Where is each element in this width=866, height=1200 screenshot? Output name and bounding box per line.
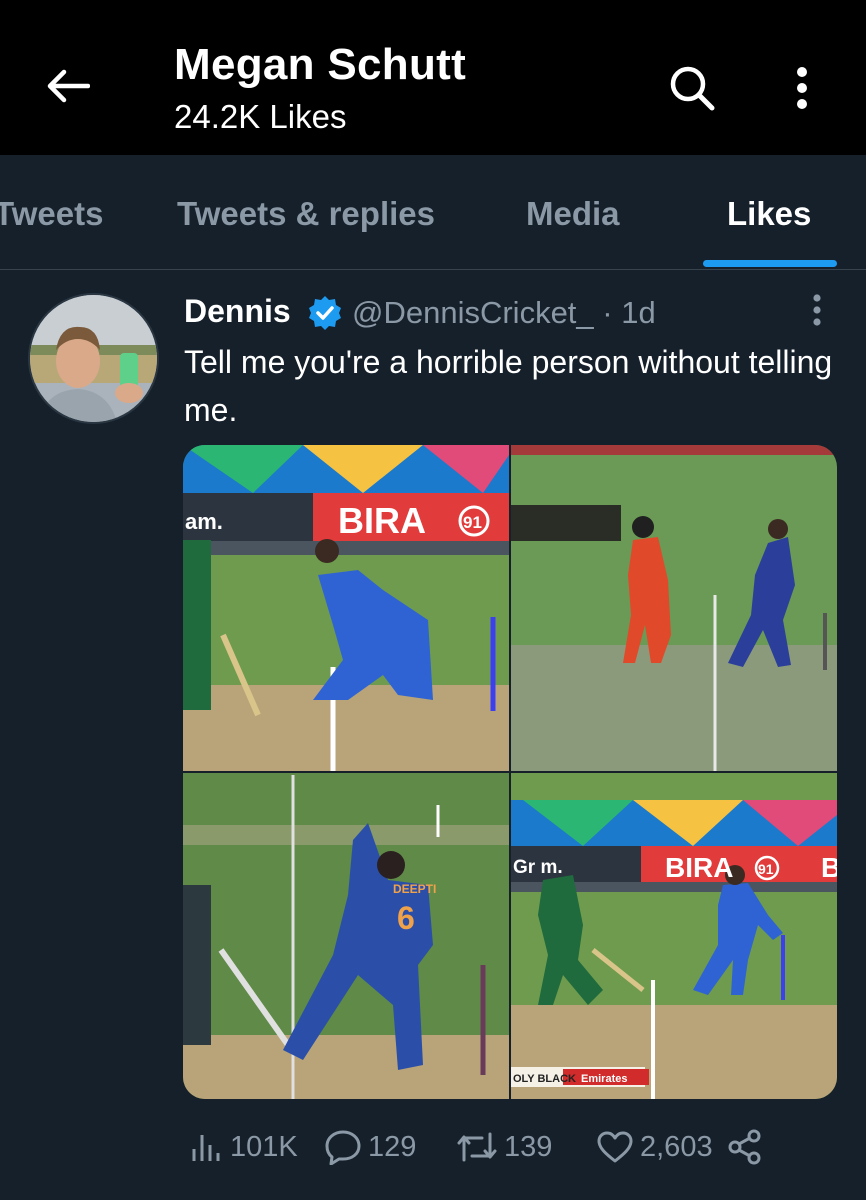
profile-name-title: Megan Schutt <box>174 40 467 89</box>
tweet-media-grid[interactable]: am. BIRA 91 DEEPTI 6 Gr m. BIRA 91 B OLY… <box>183 445 837 1099</box>
retweet-count: 139 <box>504 1130 553 1163</box>
back-button[interactable] <box>40 58 96 114</box>
media-board-brand-text: BIRA <box>338 500 426 541</box>
media-footer-right-text: Emirates <box>581 1073 627 1085</box>
heart-icon <box>597 1131 633 1163</box>
like-button[interactable]: 2,603 <box>596 1122 713 1172</box>
reply-button[interactable]: 129 <box>324 1122 416 1172</box>
reply-icon <box>325 1130 361 1165</box>
likes-count-subtitle: 24.2K Likes <box>174 98 347 135</box>
media-board-brand-text: BIRA <box>665 852 733 883</box>
views-button[interactable]: 101K <box>190 1122 298 1172</box>
media-photo-2[interactable] <box>511 445 837 771</box>
media-board-left-text: Gr m. <box>513 857 563 878</box>
retweet-button[interactable]: 139 <box>456 1122 552 1172</box>
tab-tweets-and-replies[interactable]: Tweets & replies <box>177 195 435 233</box>
retweet-icon <box>457 1132 497 1162</box>
search-icon <box>670 66 715 111</box>
avatar[interactable] <box>28 293 159 424</box>
views-count: 101K <box>230 1130 298 1163</box>
tweet-action-bar: 101K 129 139 2,603 <box>184 1122 844 1172</box>
views-chart-icon <box>192 1135 220 1161</box>
more-vertical-icon <box>797 67 807 109</box>
media-photo-1[interactable] <box>183 445 509 771</box>
tweet-more-button[interactable] <box>800 292 834 328</box>
tweet-author-name[interactable]: Dennis <box>184 293 291 330</box>
media-photo-4[interactable] <box>511 773 837 1099</box>
verified-badge-icon <box>309 296 341 330</box>
profile-tabs: Tweets Tweets & replies Media Likes <box>0 155 866 270</box>
share-button[interactable] <box>726 1122 764 1172</box>
top-app-bar: Megan Schutt 24.2K Likes <box>0 0 866 155</box>
back-arrow-icon <box>47 69 90 103</box>
more-options-button[interactable] <box>780 58 824 118</box>
media-board-number-text: 91 <box>758 861 774 877</box>
media-jersey-name-text: DEEPTI <box>393 882 436 896</box>
avatar-photo <box>30 295 157 422</box>
share-icon <box>728 1129 761 1165</box>
tab-tweets[interactable]: Tweets <box>0 195 103 233</box>
media-board-left-text: am. <box>185 509 223 534</box>
reply-count: 129 <box>368 1130 417 1163</box>
media-jersey-number-text: 6 <box>397 900 415 936</box>
tweet-handle-time[interactable]: @DennisCricket_ · 1d <box>352 295 656 331</box>
media-footer-left-text: OLY BLACK <box>513 1073 576 1085</box>
search-button[interactable] <box>662 58 722 118</box>
media-board-number-text: 91 <box>463 513 482 532</box>
tab-media[interactable]: Media <box>526 195 620 233</box>
active-tab-indicator <box>703 260 837 267</box>
more-vertical-icon <box>813 294 821 326</box>
tab-likes[interactable]: Likes <box>727 195 811 233</box>
media-photo-3[interactable] <box>183 773 509 1099</box>
media-board-right-text: B <box>821 852 837 883</box>
tweet-text: Tell me you're a horrible person without… <box>184 344 833 428</box>
like-count: 2,603 <box>640 1130 713 1163</box>
